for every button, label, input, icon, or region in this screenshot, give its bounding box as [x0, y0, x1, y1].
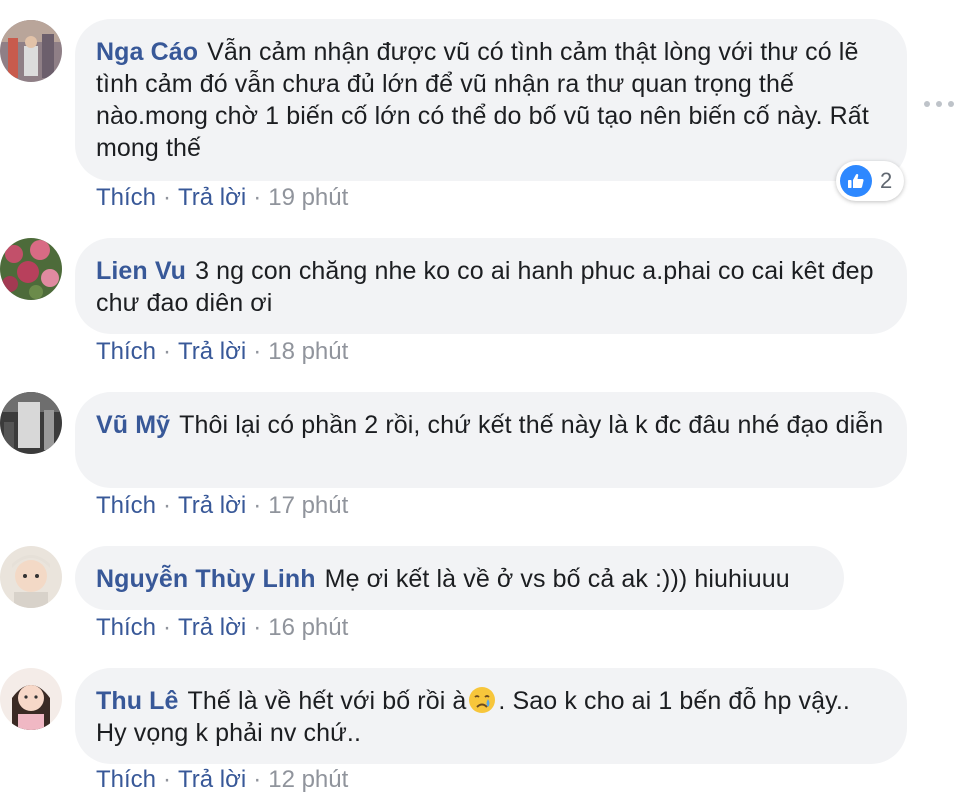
- timestamp[interactable]: 17 phút: [268, 492, 348, 519]
- comment-text-part-1: Thế là về hết với bố rồi à: [187, 687, 467, 715]
- comment-actions: Thích · Trả lời · 17 phút: [96, 492, 348, 520]
- avatar[interactable]: [0, 546, 62, 608]
- reply-link[interactable]: Trả lời: [178, 614, 246, 641]
- reply-link[interactable]: Trả lời: [178, 338, 246, 365]
- crying-face-emoji-icon: [468, 686, 496, 714]
- like-link[interactable]: Thích: [96, 766, 156, 793]
- separator: ·: [163, 492, 172, 519]
- like-link[interactable]: Thích: [96, 614, 156, 641]
- reply-link[interactable]: Trả lời: [178, 766, 246, 793]
- separator: ·: [253, 338, 262, 365]
- thumbs-up-icon: [840, 165, 872, 197]
- avatar[interactable]: [0, 238, 62, 300]
- comment-text: Thôi lại có phần 2 rồi, chứ kết thế này …: [179, 411, 884, 439]
- separator: ·: [163, 766, 172, 793]
- separator: ·: [253, 614, 262, 641]
- more-options-icon[interactable]: [924, 98, 954, 110]
- comment-text: 3 ng con chăng nhe ko co ai hanh phuc a.…: [96, 257, 874, 317]
- timestamp[interactable]: 18 phút: [268, 338, 348, 365]
- reply-link[interactable]: Trả lời: [178, 184, 246, 211]
- timestamp[interactable]: 19 phút: [268, 184, 348, 211]
- comment-actions: Thích · Trả lời · 12 phút: [96, 766, 348, 794]
- comment-bubble: Nga Cáo Vẫn cảm nhận được vũ có tình cảm …: [75, 19, 907, 181]
- comment-text: Vẫn cảm nhận được vũ có tình cảm thật lò…: [96, 38, 869, 162]
- separator: ·: [163, 338, 172, 365]
- separator: ·: [253, 184, 262, 211]
- avatar[interactable]: [0, 20, 62, 82]
- comment-actions: Thích · Trả lời · 19 phút: [96, 184, 348, 212]
- timestamp[interactable]: 16 phút: [268, 614, 348, 641]
- reaction-count: 2: [880, 168, 893, 193]
- like-link[interactable]: Thích: [96, 338, 156, 365]
- timestamp[interactable]: 12 phút: [268, 766, 348, 793]
- separator: ·: [253, 766, 262, 793]
- author-name[interactable]: Thu Lê: [96, 687, 179, 715]
- separator: ·: [253, 492, 262, 519]
- like-link[interactable]: Thích: [96, 184, 156, 211]
- comment-bubble: Vũ Mỹ Thôi lại có phần 2 rồi, chứ kết thế…: [75, 392, 907, 488]
- comment-bubble: Thu Lê Thế là về hết với bố rồi à . Sao k…: [75, 668, 907, 764]
- comment-actions: Thích · Trả lời · 18 phút: [96, 338, 348, 366]
- author-name[interactable]: Nguyễn Thùy Linh: [96, 565, 316, 593]
- author-name[interactable]: Vũ Mỹ: [96, 411, 170, 439]
- comment-bubble: Nguyễn Thùy Linh Mẹ ơi kết là về ở vs bố …: [75, 546, 844, 610]
- comment-text: Mẹ ơi kết là về ở vs bố cả ak :))) hiuhi…: [324, 565, 790, 593]
- separator: ·: [163, 614, 172, 641]
- avatar[interactable]: [0, 392, 62, 454]
- author-name[interactable]: Nga Cáo: [96, 38, 198, 66]
- avatar[interactable]: [0, 668, 62, 730]
- comment-actions: Thích · Trả lời · 16 phút: [96, 614, 348, 642]
- separator: ·: [163, 184, 172, 211]
- comment-bubble: Lien Vu 3 ng con chăng nhe ko co ai hanh …: [75, 238, 907, 334]
- like-link[interactable]: Thích: [96, 492, 156, 519]
- reply-link[interactable]: Trả lời: [178, 492, 246, 519]
- author-name[interactable]: Lien Vu: [96, 257, 186, 285]
- reaction-summary[interactable]: 2: [836, 161, 905, 201]
